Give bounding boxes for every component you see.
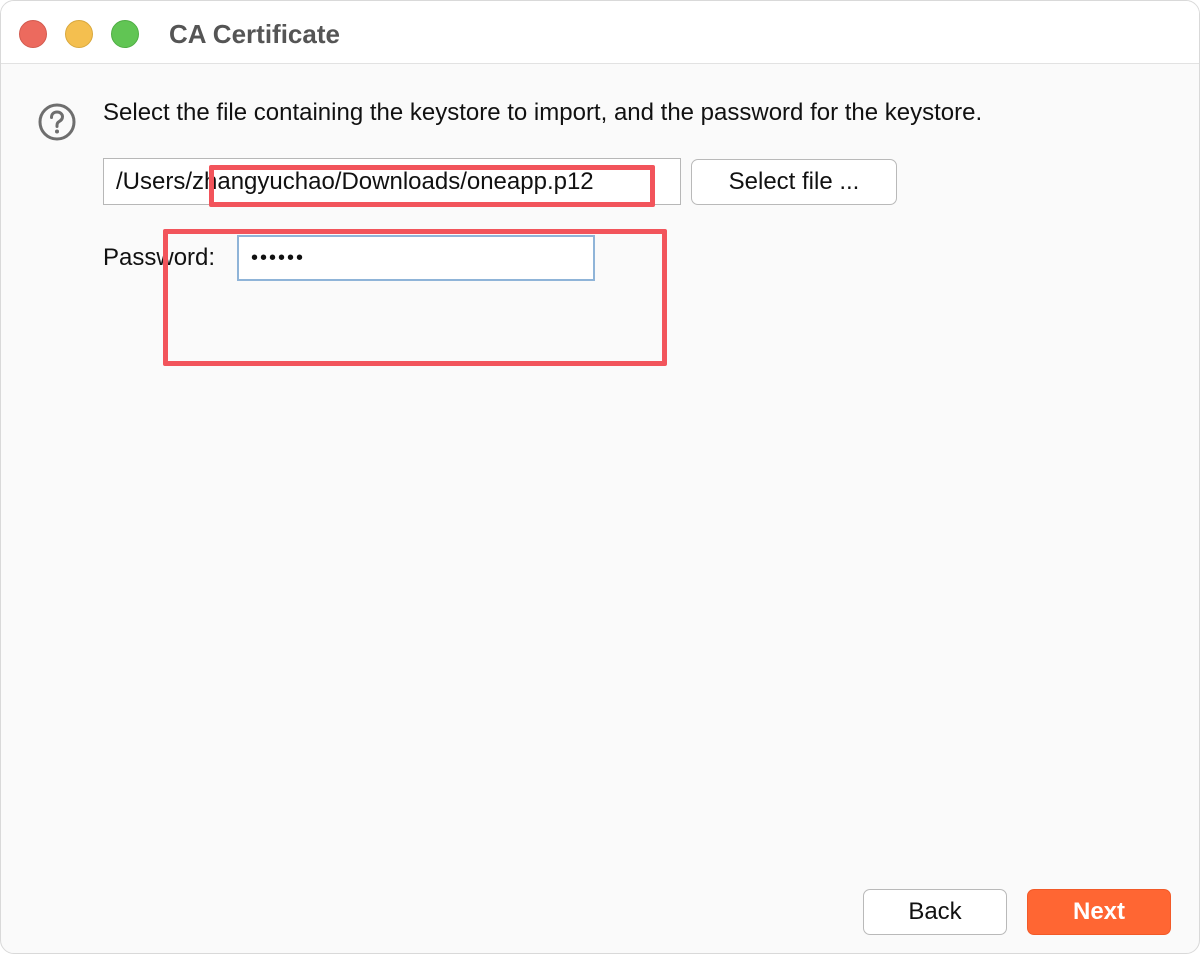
question-circle-icon bbox=[38, 103, 76, 141]
instruction-text: Select the file containing the keystore … bbox=[103, 99, 983, 126]
dialog-window: CA Certificate Select the file containin… bbox=[0, 0, 1200, 954]
title-bar: CA Certificate bbox=[1, 1, 1199, 64]
back-button[interactable]: Back bbox=[863, 889, 1007, 935]
password-field[interactable]: •••••• bbox=[237, 235, 595, 281]
keystore-file-path-field[interactable]: /Users/zhangyuchao/Downloads/oneapp.p12 bbox=[103, 158, 681, 205]
close-window-button[interactable] bbox=[19, 20, 47, 48]
minimize-window-button[interactable] bbox=[65, 20, 93, 48]
select-file-button[interactable]: Select file ... bbox=[691, 159, 897, 205]
next-button[interactable]: Next bbox=[1027, 889, 1171, 935]
window-title: CA Certificate bbox=[169, 19, 340, 49]
password-label: Password: bbox=[103, 244, 216, 271]
zoom-window-button[interactable] bbox=[111, 20, 139, 48]
